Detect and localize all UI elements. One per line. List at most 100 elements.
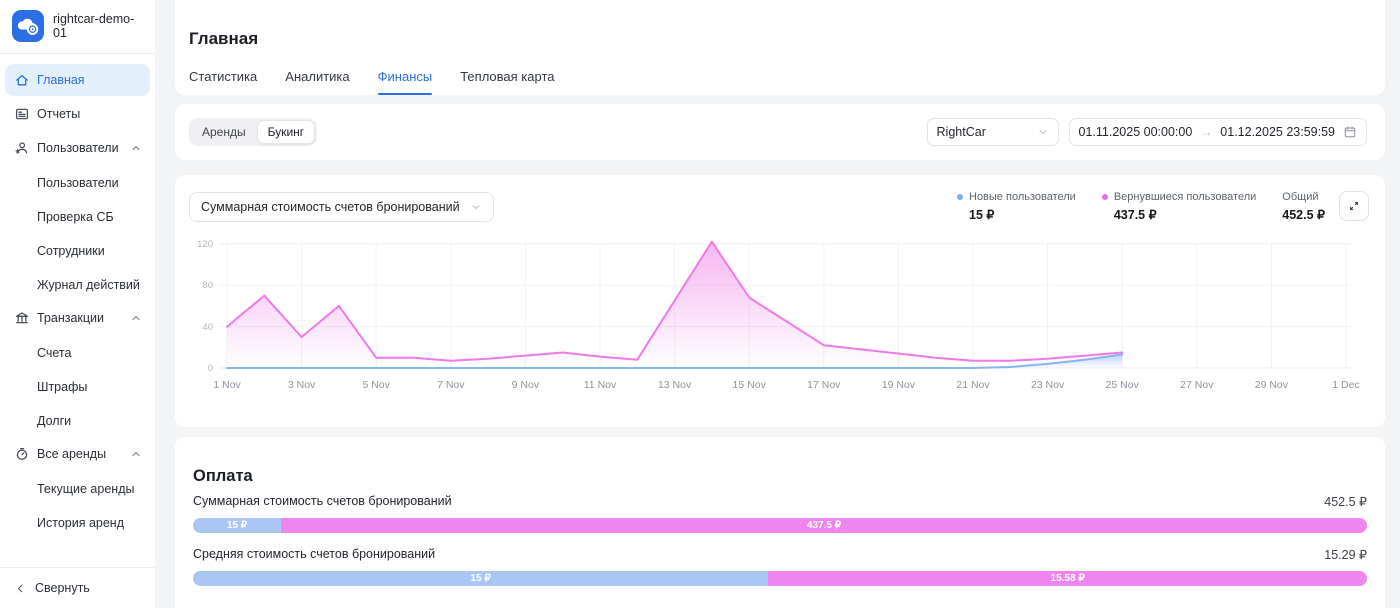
sidebar-item-transactions[interactable]: Транзакции [5, 302, 150, 334]
sidebar: rightcar-demo-01 Главная Отчеты Поль [0, 0, 155, 608]
date-to-value: 01.12.2025 23:59:59 [1220, 125, 1335, 139]
chevron-up-icon [130, 142, 142, 154]
y-tick-label: 120 [189, 239, 213, 250]
chevron-down-icon [470, 201, 482, 213]
sidebar-item-security-check[interactable]: Проверка СБ [5, 200, 150, 234]
app-root: rightcar-demo-01 Главная Отчеты Поль [0, 0, 1400, 608]
x-tick-label: 13 Nov [653, 379, 697, 391]
metric-select-value: Суммарная стоимость счетов бронирований [201, 200, 460, 214]
bar-segment: 15 ₽ [193, 518, 281, 533]
user-icon [14, 140, 30, 156]
sidebar-item-rental-history[interactable]: История аренд [5, 506, 150, 540]
report-icon [14, 106, 30, 122]
page-header-card: Главная Статистика Аналитика Финансы Теп… [175, 0, 1385, 95]
bank-icon [14, 310, 30, 326]
x-tick-label: 27 Nov [1175, 379, 1219, 391]
y-tick-label: 40 [189, 322, 213, 333]
payment-row-label: Суммарная стоимость счетов бронирований [193, 494, 452, 508]
sidebar-item-home[interactable]: Главная [5, 64, 150, 96]
legend-dot-blue [957, 194, 963, 200]
sidebar-item-users[interactable]: Пользователи [5, 132, 150, 164]
tab-statistics[interactable]: Статистика [189, 61, 257, 95]
y-tick-label: 0 [189, 363, 213, 374]
filter-card: Аренды Букинг RightCar 01.11.2025 00:00:… [175, 104, 1385, 160]
legend-total: Общий 452.5 ₽ [1282, 191, 1325, 222]
chevron-down-icon [1037, 126, 1049, 138]
sidebar-item-fines[interactable]: Штрафы [5, 370, 150, 404]
payment-title: Оплата [193, 467, 253, 486]
payment-card: Оплата Суммарная стоимость счетов бронир… [175, 437, 1385, 608]
clock-icon [14, 446, 30, 462]
tab-finances[interactable]: Финансы [378, 61, 433, 95]
finance-chart: 04080120 1 Nov3 Nov5 Nov7 Nov9 Nov11 Nov… [189, 239, 1369, 409]
payment-progress-bar: 15 ₽437.5 ₽ [193, 518, 1367, 533]
sidebar-item-debts[interactable]: Долги [5, 404, 150, 438]
payment-progress-bar: 15 ₽15.58 ₽ [193, 571, 1367, 586]
x-tick-label: 9 Nov [503, 379, 547, 391]
sidebar-nav: Главная Отчеты Пользователи Пользователи… [0, 54, 155, 540]
x-tick-label: 23 Nov [1026, 379, 1070, 391]
metric-select[interactable]: Суммарная стоимость счетов бронирований [189, 192, 494, 222]
sidebar-item-current-rentals[interactable]: Текущие аренды [5, 472, 150, 506]
finance-chart-card: Суммарная стоимость счетов бронирований … [175, 175, 1385, 427]
rentals-booking-segmented-control: Аренды Букинг [189, 118, 317, 146]
legend-value: 437.5 ₽ [1102, 207, 1256, 222]
x-tick-label: 21 Nov [951, 379, 995, 391]
x-tick-label: 1 Dec [1324, 379, 1368, 391]
arrow-right-icon: → [1200, 125, 1212, 139]
sidebar-item-reports[interactable]: Отчеты [5, 98, 150, 130]
home-icon [14, 72, 30, 88]
x-tick-label: 1 Nov [205, 379, 249, 391]
legend-new-users: Новые пользователи 15 ₽ [957, 191, 1076, 222]
sidebar-item-label: Главная [37, 73, 85, 87]
date-from-value: 01.11.2025 00:00:00 [1079, 125, 1193, 139]
sidebar-item-action-log[interactable]: Журнал действий [5, 268, 150, 302]
x-tick-label: 15 Nov [727, 379, 771, 391]
app-logo [12, 10, 44, 42]
sidebar-item-users-list[interactable]: Пользователи [5, 166, 150, 200]
company-select-value: RightCar [937, 125, 986, 139]
x-tick-label: 7 Nov [429, 379, 473, 391]
payment-row-total: 452.5 ₽ [1324, 494, 1367, 509]
tab-heatmap[interactable]: Тепловая карта [460, 61, 554, 95]
collapse-label: Свернуть [35, 581, 90, 595]
legend-returning-users: Вернувшиеся пользователи 437.5 ₽ [1102, 191, 1256, 222]
sidebar-item-label: Все аренды [37, 447, 106, 461]
workspace-name: rightcar-demo-01 [53, 12, 143, 40]
payment-row-total: 15.29 ₽ [1324, 547, 1367, 562]
x-tick-label: 29 Nov [1249, 379, 1293, 391]
x-tick-label: 5 Nov [354, 379, 398, 391]
expand-icon [1347, 199, 1361, 213]
collapse-sidebar-button[interactable]: Свернуть [0, 568, 155, 608]
sidebar-item-label: Транзакции [37, 311, 104, 325]
sidebar-item-label: Отчеты [37, 107, 80, 121]
x-tick-label: 19 Nov [876, 379, 920, 391]
sidebar-item-invoices[interactable]: Счета [5, 336, 150, 370]
calendar-icon [1343, 125, 1357, 139]
legend-dot-pink [1102, 194, 1108, 200]
sidebar-footer: Свернуть [0, 567, 155, 608]
chevron-up-icon [130, 448, 142, 460]
legend-value: 452.5 ₽ [1282, 207, 1325, 222]
payment-row-label: Средняя стоимость счетов бронирований [193, 547, 435, 561]
sidebar-item-all-rentals[interactable]: Все аренды [5, 438, 150, 470]
company-select[interactable]: RightCar [927, 118, 1059, 146]
sidebar-item-staff[interactable]: Сотрудники [5, 234, 150, 268]
chart-legend: Новые пользователи 15 ₽ Вернувшиеся поль… [957, 191, 1325, 222]
segment-booking[interactable]: Букинг [257, 120, 316, 144]
legend-value: 15 ₽ [957, 207, 1076, 222]
expand-chart-button[interactable] [1339, 191, 1369, 221]
bar-segment: 15.58 ₽ [768, 571, 1367, 586]
sidebar-header: rightcar-demo-01 [0, 0, 155, 53]
tab-bar: Статистика Аналитика Финансы Тепловая ка… [189, 61, 555, 95]
date-range-input[interactable]: 01.11.2025 00:00:00 → 01.12.2025 23:59:5… [1069, 118, 1367, 146]
chevron-up-icon [130, 312, 142, 324]
x-tick-label: 11 Nov [578, 379, 622, 391]
segment-rentals[interactable]: Аренды [191, 120, 257, 144]
tab-analytics[interactable]: Аналитика [285, 61, 349, 95]
finance-chart-svg [219, 239, 1359, 373]
bar-segment: 15 ₽ [193, 571, 768, 586]
chevron-left-icon [14, 582, 27, 595]
x-tick-label: 25 Nov [1100, 379, 1144, 391]
page-title: Главная [189, 29, 258, 49]
